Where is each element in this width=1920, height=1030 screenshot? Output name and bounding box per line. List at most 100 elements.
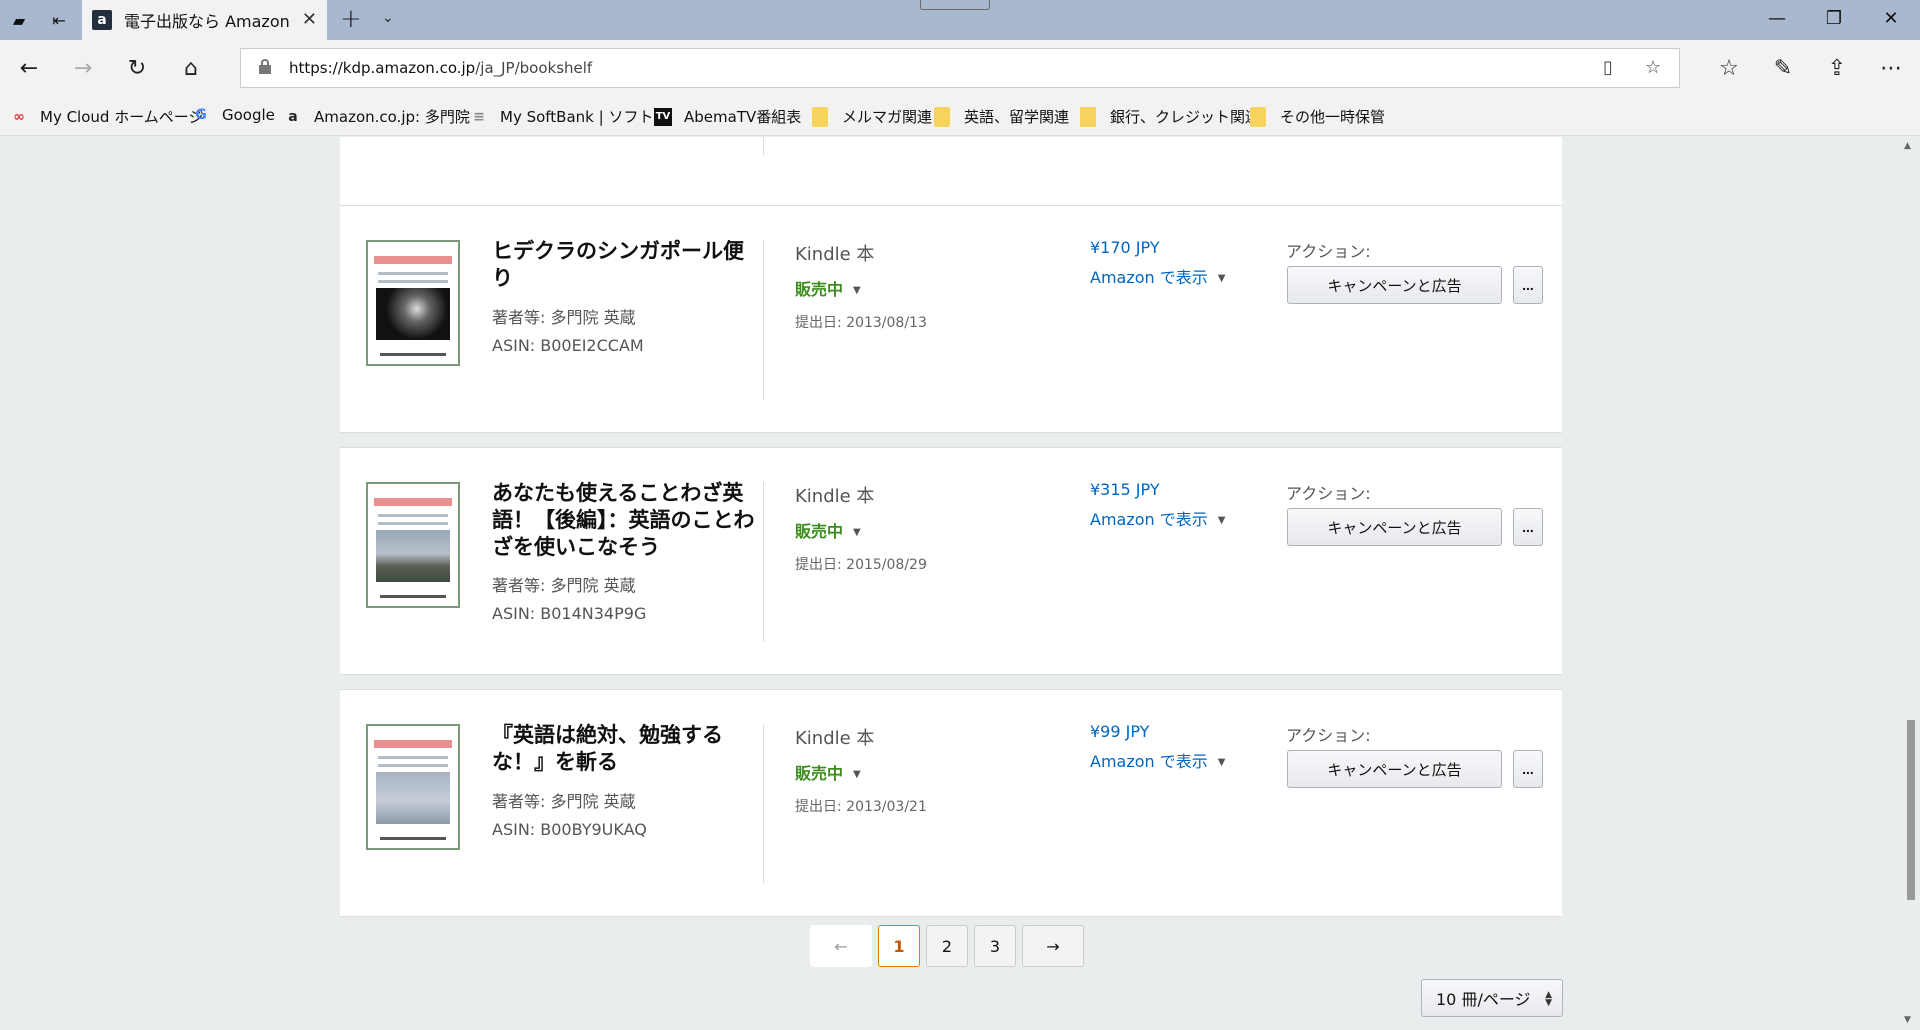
page-content: ヒデクラのシンガポール便り 著者等: 多門院 英蔵 ASIN: B00EI2CC… bbox=[0, 137, 1900, 1030]
view-on-amazon-link[interactable]: Amazon で表示 ▼ bbox=[1090, 506, 1225, 530]
reading-view-icon[interactable]: ▯ bbox=[1603, 57, 1613, 78]
bookmark-label: My Cloud ホームページ bbox=[40, 108, 204, 126]
bookmark-my-cloud[interactable]: ∞ My Cloud ホームページ bbox=[10, 106, 203, 127]
forward-arrow-icon[interactable]: → bbox=[68, 54, 98, 82]
close-window-icon[interactable]: ✕ bbox=[1878, 8, 1904, 29]
favorites-bar: ∞ My Cloud ホームページ G Google a Amazon.co.j… bbox=[0, 96, 1920, 136]
book-price[interactable]: ¥170 JPY bbox=[1090, 238, 1160, 257]
next-page-button[interactable]: → bbox=[1022, 925, 1084, 967]
view-on-amazon-link[interactable]: Amazon で表示 ▼ bbox=[1090, 748, 1225, 772]
tab-list-chevron-down-icon[interactable]: ⌄ bbox=[382, 10, 394, 26]
caret-down-icon: ▼ bbox=[1217, 273, 1226, 284]
bookmark-label: My SoftBank | ソフトバ bbox=[500, 108, 669, 126]
caret-down-icon: ▼ bbox=[853, 527, 861, 538]
bookmark-label: Amazon.co.jp: 多門院 bbox=[314, 108, 470, 126]
book-cover-image[interactable] bbox=[366, 240, 460, 366]
status-badge[interactable]: 販売中 ▼ bbox=[795, 276, 861, 300]
page-button-1[interactable]: 1 bbox=[878, 925, 920, 967]
book-format: Kindle 本 bbox=[795, 486, 875, 507]
minimize-icon[interactable]: — bbox=[1764, 8, 1790, 29]
book-asin: ASIN: B00EI2CCAM bbox=[492, 336, 644, 355]
set-aside-tabs-icon[interactable]: ⇤ bbox=[44, 6, 74, 34]
per-page-value: 10 冊/ページ bbox=[1436, 990, 1531, 1009]
back-arrow-icon[interactable]: ← bbox=[14, 54, 44, 82]
refresh-icon[interactable]: ↻ bbox=[122, 54, 152, 82]
submission-date: 提出日: 2015/08/29 bbox=[795, 557, 927, 573]
bookmark-google[interactable]: G Google bbox=[192, 106, 275, 124]
restore-icon[interactable]: ❐ bbox=[1821, 8, 1847, 29]
scroll-thumb[interactable] bbox=[1907, 720, 1915, 900]
bookmark-label: その他一時保管 bbox=[1280, 108, 1386, 126]
abematv-icon: TV bbox=[654, 107, 672, 126]
view-on-amazon-link[interactable]: Amazon で表示 ▼ bbox=[1090, 264, 1225, 288]
book-price[interactable]: ¥315 JPY bbox=[1090, 480, 1160, 499]
book-author: 著者等: 多門院 英蔵 bbox=[492, 308, 636, 327]
campaign-ads-button[interactable]: キャンペーンと広告 bbox=[1287, 508, 1502, 546]
page-button-2[interactable]: 2 bbox=[926, 925, 968, 967]
actions-label: アクション: bbox=[1286, 484, 1371, 503]
book-title[interactable]: ヒデクラのシンガポール便り bbox=[492, 238, 764, 292]
more-menu-icon[interactable]: ⋯ bbox=[1876, 54, 1906, 82]
status-label: 販売中 bbox=[795, 280, 844, 299]
bookmark-amazon[interactable]: a Amazon.co.jp: 多門院 bbox=[284, 106, 470, 127]
campaign-ads-button[interactable]: キャンペーンと広告 bbox=[1287, 750, 1502, 788]
folder-icon bbox=[1080, 106, 1096, 127]
bookmark-abematv[interactable]: TV AbemaTV番組表 bbox=[654, 106, 801, 127]
scroll-down-icon[interactable]: ▼ bbox=[1904, 1015, 1911, 1025]
share-icon[interactable]: ⇪ bbox=[1822, 54, 1852, 82]
status-badge[interactable]: 販売中 ▼ bbox=[795, 760, 861, 784]
caret-down-icon: ▼ bbox=[853, 769, 861, 780]
pen-notes-icon[interactable]: ✎ bbox=[1768, 54, 1798, 82]
bookmark-folder-melmaga[interactable]: メルマガ関連 bbox=[812, 106, 932, 127]
book-title[interactable]: 『英語は絶対、勉強するな！』を斬る bbox=[492, 722, 764, 776]
bookmark-label: Google bbox=[222, 106, 275, 124]
tab-title: 電子出版なら Amazon K bbox=[124, 12, 289, 31]
home-icon[interactable]: ⌂ bbox=[176, 54, 206, 82]
scroll-up-icon[interactable]: ▲ bbox=[1904, 141, 1911, 151]
bookmark-folder-other[interactable]: その他一時保管 bbox=[1250, 106, 1385, 127]
page-scrollbar[interactable]: ▲ ▼ bbox=[1900, 137, 1920, 1030]
book-author: 著者等: 多門院 英蔵 bbox=[492, 792, 636, 811]
select-arrows-icon: ▲ ▼ bbox=[1545, 990, 1552, 1008]
book-row: あなたも使えることわざ英語！【後編】：英語のことわざを使いこなそう 著者等: 多… bbox=[340, 447, 1562, 675]
actions-label: アクション: bbox=[1286, 242, 1371, 261]
page-button-3[interactable]: 3 bbox=[974, 925, 1016, 967]
more-actions-button[interactable]: ... bbox=[1513, 750, 1543, 788]
bookmark-folder-english[interactable]: 英語、留学関連 bbox=[934, 106, 1069, 127]
address-bar[interactable]: https://kdp.amazon.co.jp/ja_JP/bookshelf… bbox=[240, 48, 1680, 88]
softbank-icon: ≡ bbox=[473, 108, 485, 125]
tab-active[interactable]: a 電子出版なら Amazon K ✕ bbox=[82, 0, 327, 40]
caret-down-icon: ▼ bbox=[853, 285, 861, 296]
amazon-icon: a bbox=[288, 108, 298, 125]
caret-down-icon: ▼ bbox=[1217, 757, 1226, 768]
favorite-star-icon[interactable]: ☆ bbox=[1645, 57, 1661, 78]
folder-icon bbox=[934, 106, 950, 127]
book-asin: ASIN: B00BY9UKAQ bbox=[492, 820, 647, 839]
favorites-list-icon[interactable]: ☆ bbox=[1714, 54, 1744, 82]
book-format: Kindle 本 bbox=[795, 728, 875, 749]
navigation-bar: ← → ↻ ⌂ https://kdp.amazon.co.jp/ja_JP/b… bbox=[0, 40, 1920, 96]
caret-down-icon: ▼ bbox=[1217, 515, 1226, 526]
lock-icon bbox=[259, 59, 271, 74]
book-title[interactable]: あなたも使えることわざ英語！【後編】：英語のことわざを使いこなそう bbox=[492, 480, 764, 561]
bookmark-label: メルマガ関連 bbox=[842, 108, 933, 126]
more-actions-button[interactable]: ... bbox=[1513, 508, 1543, 546]
url-text[interactable]: https://kdp.amazon.co.jp/ja_JP/bookshelf bbox=[289, 59, 592, 77]
tab-actions-icon[interactable]: ▰ bbox=[4, 6, 34, 34]
bookmark-softbank[interactable]: ≡ My SoftBank | ソフトバ bbox=[470, 106, 668, 127]
more-actions-button[interactable]: ... bbox=[1513, 266, 1543, 304]
folder-icon bbox=[812, 106, 828, 127]
book-cover-image[interactable] bbox=[366, 482, 460, 608]
status-badge[interactable]: 販売中 ▼ bbox=[795, 518, 861, 542]
close-tab-icon[interactable]: ✕ bbox=[302, 9, 317, 30]
book-price[interactable]: ¥99 JPY bbox=[1090, 722, 1149, 741]
campaign-ads-button[interactable]: キャンペーンと広告 bbox=[1287, 266, 1502, 304]
new-tab-icon[interactable]: + bbox=[340, 4, 362, 34]
per-page-select[interactable]: 10 冊/ページ ▲ ▼ bbox=[1421, 979, 1563, 1017]
bookmark-folder-bank[interactable]: 銀行、クレジット関連 bbox=[1080, 106, 1260, 127]
prev-page-button[interactable]: ← bbox=[810, 925, 872, 967]
bookmark-label: 英語、留学関連 bbox=[964, 108, 1070, 126]
book-cover-image[interactable] bbox=[366, 724, 460, 850]
window-drag-handle[interactable] bbox=[920, 0, 990, 10]
url-path: /ja_JP/bookshelf bbox=[475, 59, 593, 77]
